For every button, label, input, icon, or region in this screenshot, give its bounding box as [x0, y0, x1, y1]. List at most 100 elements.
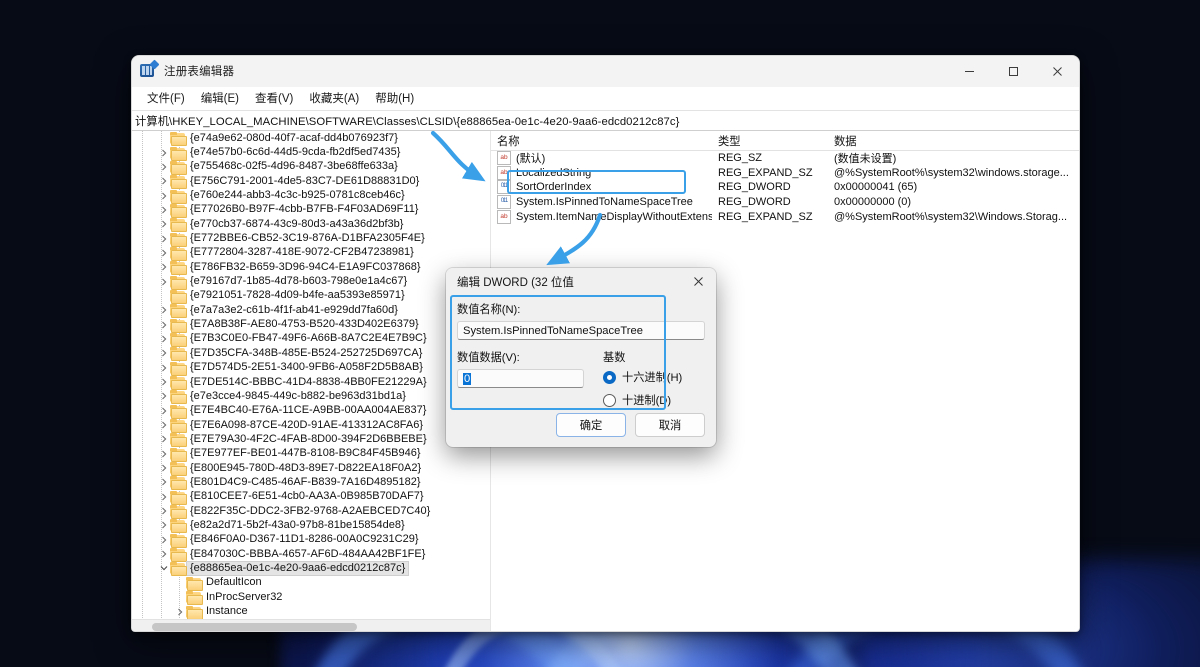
- tree-item[interactable]: {E7772804-3287-418E-9072-CF2B47238981}: [132, 246, 490, 260]
- folder-icon: [170, 390, 185, 402]
- tree-item[interactable]: {e760e244-abb3-4c3c-b925-0781c8ceb46c}: [132, 188, 490, 202]
- chevron-right-icon[interactable]: [157, 275, 170, 288]
- menu-file[interactable]: 文件(F): [139, 88, 193, 108]
- folder-icon: [170, 519, 185, 531]
- chevron-right-icon[interactable]: [157, 203, 170, 216]
- close-button[interactable]: [1035, 56, 1079, 86]
- tree-scrollbar-thumb[interactable]: [152, 623, 357, 631]
- value-row[interactable]: 011SortOrderIndexREG_DWORD0x00000041 (65…: [491, 180, 1079, 195]
- chevron-right-icon[interactable]: [157, 376, 170, 389]
- value-name-cell: abLocalizedString: [491, 166, 712, 180]
- tree-item[interactable]: {e74a9e62-080d-40f7-acaf-dd4b076923f7}: [132, 131, 490, 145]
- maximize-button[interactable]: [991, 56, 1035, 86]
- tree-item[interactable]: {E847030C-BBBA-4657-AF6D-484AA42BF1FE}: [132, 547, 490, 561]
- chevron-right-icon[interactable]: [157, 519, 170, 532]
- ok-button[interactable]: 确定: [556, 413, 626, 437]
- chevron-right-icon[interactable]: [157, 160, 170, 173]
- address-bar[interactable]: 计算机\HKEY_LOCAL_MACHINE\SOFTWARE\Classes\…: [132, 110, 1079, 131]
- chevron-right-icon[interactable]: [157, 433, 170, 446]
- tree-item[interactable]: {e82a2d71-5b2f-43a0-97b8-81be15854de8}: [132, 518, 490, 532]
- value-row[interactable]: ab(默认)REG_SZ(数值未设置): [491, 151, 1079, 166]
- chevron-right-icon[interactable]: [157, 304, 170, 317]
- chevron-right-icon[interactable]: [157, 490, 170, 503]
- radio-hexadecimal[interactable]: 十六进制(H): [603, 369, 705, 385]
- value-data-cell: 0x00000041 (65): [828, 181, 1079, 193]
- value-row[interactable]: 011System.IsPinnedToNameSpaceTreeREG_DWO…: [491, 195, 1079, 210]
- tree-item[interactable]: {E7A8B38F-AE80-4753-B520-433D402E6379}: [132, 317, 490, 331]
- tree-item-label: {E7D574D5-2E51-3400-9FB6-A058F2D5B8AB}: [190, 362, 423, 373]
- chevron-right-icon[interactable]: [157, 146, 170, 159]
- tree-item[interactable]: {E756C791-2001-4de5-83C7-DE61D88831D0}: [132, 174, 490, 188]
- chevron-right-icon[interactable]: [157, 175, 170, 188]
- values-list[interactable]: ab(默认)REG_SZ(数值未设置)abLocalizedStringREG_…: [491, 151, 1079, 224]
- tree-horizontal-scrollbar[interactable]: [132, 619, 490, 632]
- tree-item[interactable]: {E846F0A0-D367-11D1-8286-00A0C9231C29}: [132, 533, 490, 547]
- chevron-down-icon[interactable]: [157, 562, 170, 575]
- tree-item[interactable]: DefaultIcon: [132, 576, 490, 590]
- menu-favorites[interactable]: 收藏夹(A): [301, 88, 367, 108]
- tree-item[interactable]: {e7921051-7828-4d09-b4fe-aa5393e85971}: [132, 289, 490, 303]
- chevron-right-icon[interactable]: [157, 404, 170, 417]
- tree-item[interactable]: {E786FB32-B659-3D96-94C4-E1A9FC037868}: [132, 260, 490, 274]
- chevron-right-icon[interactable]: [157, 218, 170, 231]
- chevron-right-icon[interactable]: [157, 419, 170, 432]
- chevron-right-icon[interactable]: [157, 462, 170, 475]
- tree-item[interactable]: {E7B3C0E0-FB47-49F6-A66B-8A7C2E4E7B9C}: [132, 332, 490, 346]
- chevron-right-icon[interactable]: [157, 447, 170, 460]
- value-row[interactable]: abLocalizedStringREG_EXPAND_SZ@%SystemRo…: [491, 166, 1079, 181]
- chevron-right-icon[interactable]: [157, 390, 170, 403]
- tree-item[interactable]: {e79167d7-1b85-4d78-b603-798e0e1a4c67}: [132, 274, 490, 288]
- tree-item[interactable]: {e770cb37-6874-43c9-80d3-a43a36d2bf3b}: [132, 217, 490, 231]
- tree-item[interactable]: {e7e3cce4-9845-449c-b882-be963d31bd1a}: [132, 389, 490, 403]
- tree-item[interactable]: {E77026B0-B97F-4cbb-B7FB-F4F03AD69F11}: [132, 203, 490, 217]
- tree-item[interactable]: {e7a7a3e2-c61b-4f1f-ab41-e929dd7fa60d}: [132, 303, 490, 317]
- chevron-right-icon[interactable]: [157, 347, 170, 360]
- tree-item[interactable]: {E7E4BC40-E76A-11CE-A9BB-00AA004AE837}: [132, 404, 490, 418]
- value-name-input[interactable]: System.IsPinnedToNameSpaceTree: [457, 321, 705, 340]
- tree-item[interactable]: {E800E945-780D-48D3-89E7-D822EA18F0A2}: [132, 461, 490, 475]
- tree-item[interactable]: {e88865ea-0e1c-4e20-9aa6-edcd0212c87c}: [132, 561, 490, 575]
- chevron-right-icon[interactable]: [157, 189, 170, 202]
- column-header-name[interactable]: 名称: [491, 133, 712, 149]
- tree-item[interactable]: {E7DE514C-BBBC-41D4-8838-4BB0FE21229A}: [132, 375, 490, 389]
- tree-item[interactable]: InProcServer32: [132, 590, 490, 604]
- value-data-input[interactable]: 0: [457, 369, 584, 388]
- chevron-right-icon[interactable]: [157, 548, 170, 561]
- dialog-close-icon[interactable]: [680, 268, 716, 295]
- tree-item[interactable]: {e74e57b0-6c6d-44d5-9cda-fb2df5ed7435}: [132, 145, 490, 159]
- tree-item[interactable]: {E7E79A30-4F2C-4FAB-8D00-394F2D6BBEBE}: [132, 432, 490, 446]
- chevron-right-icon[interactable]: [157, 332, 170, 345]
- tree-item[interactable]: {E801D4C9-C485-46AF-B839-7A16D4895182}: [132, 475, 490, 489]
- menu-view[interactable]: 查看(V): [247, 88, 301, 108]
- column-header-type[interactable]: 类型: [712, 133, 828, 149]
- menu-edit[interactable]: 编辑(E): [193, 88, 247, 108]
- tree-item[interactable]: {E7E977EF-BE01-447B-8108-B9C84F45B946}: [132, 447, 490, 461]
- chevron-right-icon[interactable]: [157, 232, 170, 245]
- tree-item[interactable]: {E7D35CFA-348B-485E-B524-252725D697CA}: [132, 346, 490, 360]
- value-row[interactable]: abSystem.ItemNameDisplayWithoutExtension…: [491, 209, 1079, 224]
- window-titlebar: 注册表编辑器: [132, 56, 1079, 87]
- tree-item[interactable]: Instance: [132, 604, 490, 618]
- tree-item-label: {e7a7a3e2-c61b-4f1f-ab41-e929dd7fa60d}: [190, 305, 398, 316]
- chevron-right-icon[interactable]: [157, 261, 170, 274]
- value-data-group: 数值数据(V): 0: [457, 349, 589, 415]
- menu-help[interactable]: 帮助(H): [367, 88, 422, 108]
- tree-item[interactable]: {E7E6A098-87CE-420D-91AE-413312AC8FA6}: [132, 418, 490, 432]
- tree-item[interactable]: {e755468c-02f5-4d96-8487-3be68ffe633a}: [132, 160, 490, 174]
- chevron-right-icon[interactable]: [157, 505, 170, 518]
- chevron-right-icon[interactable]: [157, 318, 170, 331]
- chevron-right-icon[interactable]: [157, 361, 170, 374]
- cancel-button[interactable]: 取消: [635, 413, 705, 437]
- chevron-right-icon[interactable]: [157, 246, 170, 259]
- tree-item[interactable]: {E7D574D5-2E51-3400-9FB6-A058F2D5B8AB}: [132, 361, 490, 375]
- chevron-right-icon[interactable]: [157, 533, 170, 546]
- chevron-right-icon[interactable]: [157, 476, 170, 489]
- minimize-button[interactable]: [947, 56, 991, 86]
- tree-item[interactable]: {E772BBE6-CB52-3C19-876A-D1BFA2305F4E}: [132, 231, 490, 245]
- tree-item[interactable]: {E810CEE7-6E51-4cb0-AA3A-0B985B70DAF7}: [132, 490, 490, 504]
- chevron-right-icon[interactable]: [173, 605, 186, 618]
- registry-tree[interactable]: {e74a9e62-080d-40f7-acaf-dd4b076923f7}{e…: [132, 131, 490, 620]
- column-header-data[interactable]: 数据: [828, 133, 1079, 149]
- radio-decimal[interactable]: 十进制(D): [603, 392, 705, 408]
- tree-item[interactable]: {E822F35C-DDC2-3FB2-9768-A2AEBCED7C40}: [132, 504, 490, 518]
